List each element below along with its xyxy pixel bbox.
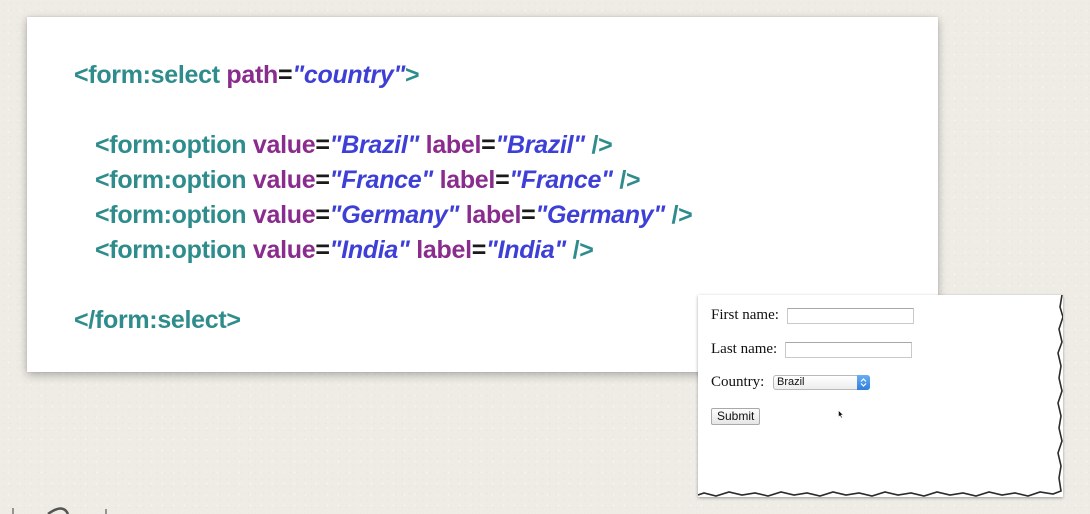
code-attr-value: "France" [329,166,434,194]
code-attr-name: value [252,201,316,229]
code-tag-close: /> [565,236,594,264]
curve-mark-icon [12,507,107,514]
code-tag-close: /> [612,166,641,194]
code-equals: = [315,201,330,229]
code-attr-name: value [252,166,316,194]
code-attr-name: value [252,131,316,159]
code-attr-value: "Brazil" [329,131,420,159]
last-name-input[interactable] [785,342,912,358]
code-tag: <form:select [74,61,227,89]
torn-paper-edge [698,295,1063,497]
code-equals: = [315,166,330,194]
code-line-select-close: </form:select> [74,305,241,335]
code-tag: <form:option [95,201,253,229]
code-tag-close: /> [584,131,613,159]
code-attr-value: "India" [329,236,410,264]
last-name-label: Last name: [711,341,778,357]
code-equals: = [481,131,496,159]
country-select-value: Brazil [777,376,805,388]
code-attr-value: "country" [292,61,405,89]
code-equals: = [471,236,487,264]
code-line-option: <form:option value="France" label="Franc… [95,165,641,195]
code-tag: <form:option [95,131,253,159]
code-tag: <form:option [95,236,253,264]
first-name-input[interactable] [787,308,914,324]
code-equals: = [521,201,536,229]
chevron-up-down-icon [860,378,867,387]
code-attr-name: path [226,61,278,89]
first-name-label: First name: [711,307,779,323]
code-line-option: <form:option value="Brazil" label="Brazi… [95,130,613,160]
form-preview: First name: Last name: Country: Brazil S… [698,295,1063,497]
mouse-pointer-icon [838,410,844,419]
select-arrow[interactable] [857,375,870,390]
country-label: Country: [711,374,765,390]
country-select[interactable]: Brazil [773,375,870,390]
code-equals: = [495,166,510,194]
code-attr-value: "France" [509,166,613,194]
code-equals: = [278,61,293,89]
code-attr-name: value [252,236,316,264]
code-attr-name: label [432,166,496,194]
code-attr-name: label [409,236,472,264]
submit-button[interactable]: Submit [711,408,761,425]
code-attr-value: "India" [486,236,566,264]
code-tag-close: /> [664,201,693,229]
code-equals: = [315,236,330,264]
code-equals: = [315,131,330,159]
code-tag: </form:select> [74,306,241,334]
code-tag: <form:option [95,166,253,194]
code-attr-value: "Germany" [329,201,460,229]
code-line-select-open: <form:select path="country"> [74,60,420,90]
code-tag-close: > [405,61,420,89]
code-attr-value: "Brazil" [495,131,585,159]
code-line-option: <form:option value="India" label="India"… [95,235,594,265]
code-attr-name: label [419,131,482,159]
code-attr-value: "Germany" [535,201,665,229]
code-attr-name: label [459,201,522,229]
code-line-option: <form:option value="Germany" label="Germ… [95,200,693,230]
